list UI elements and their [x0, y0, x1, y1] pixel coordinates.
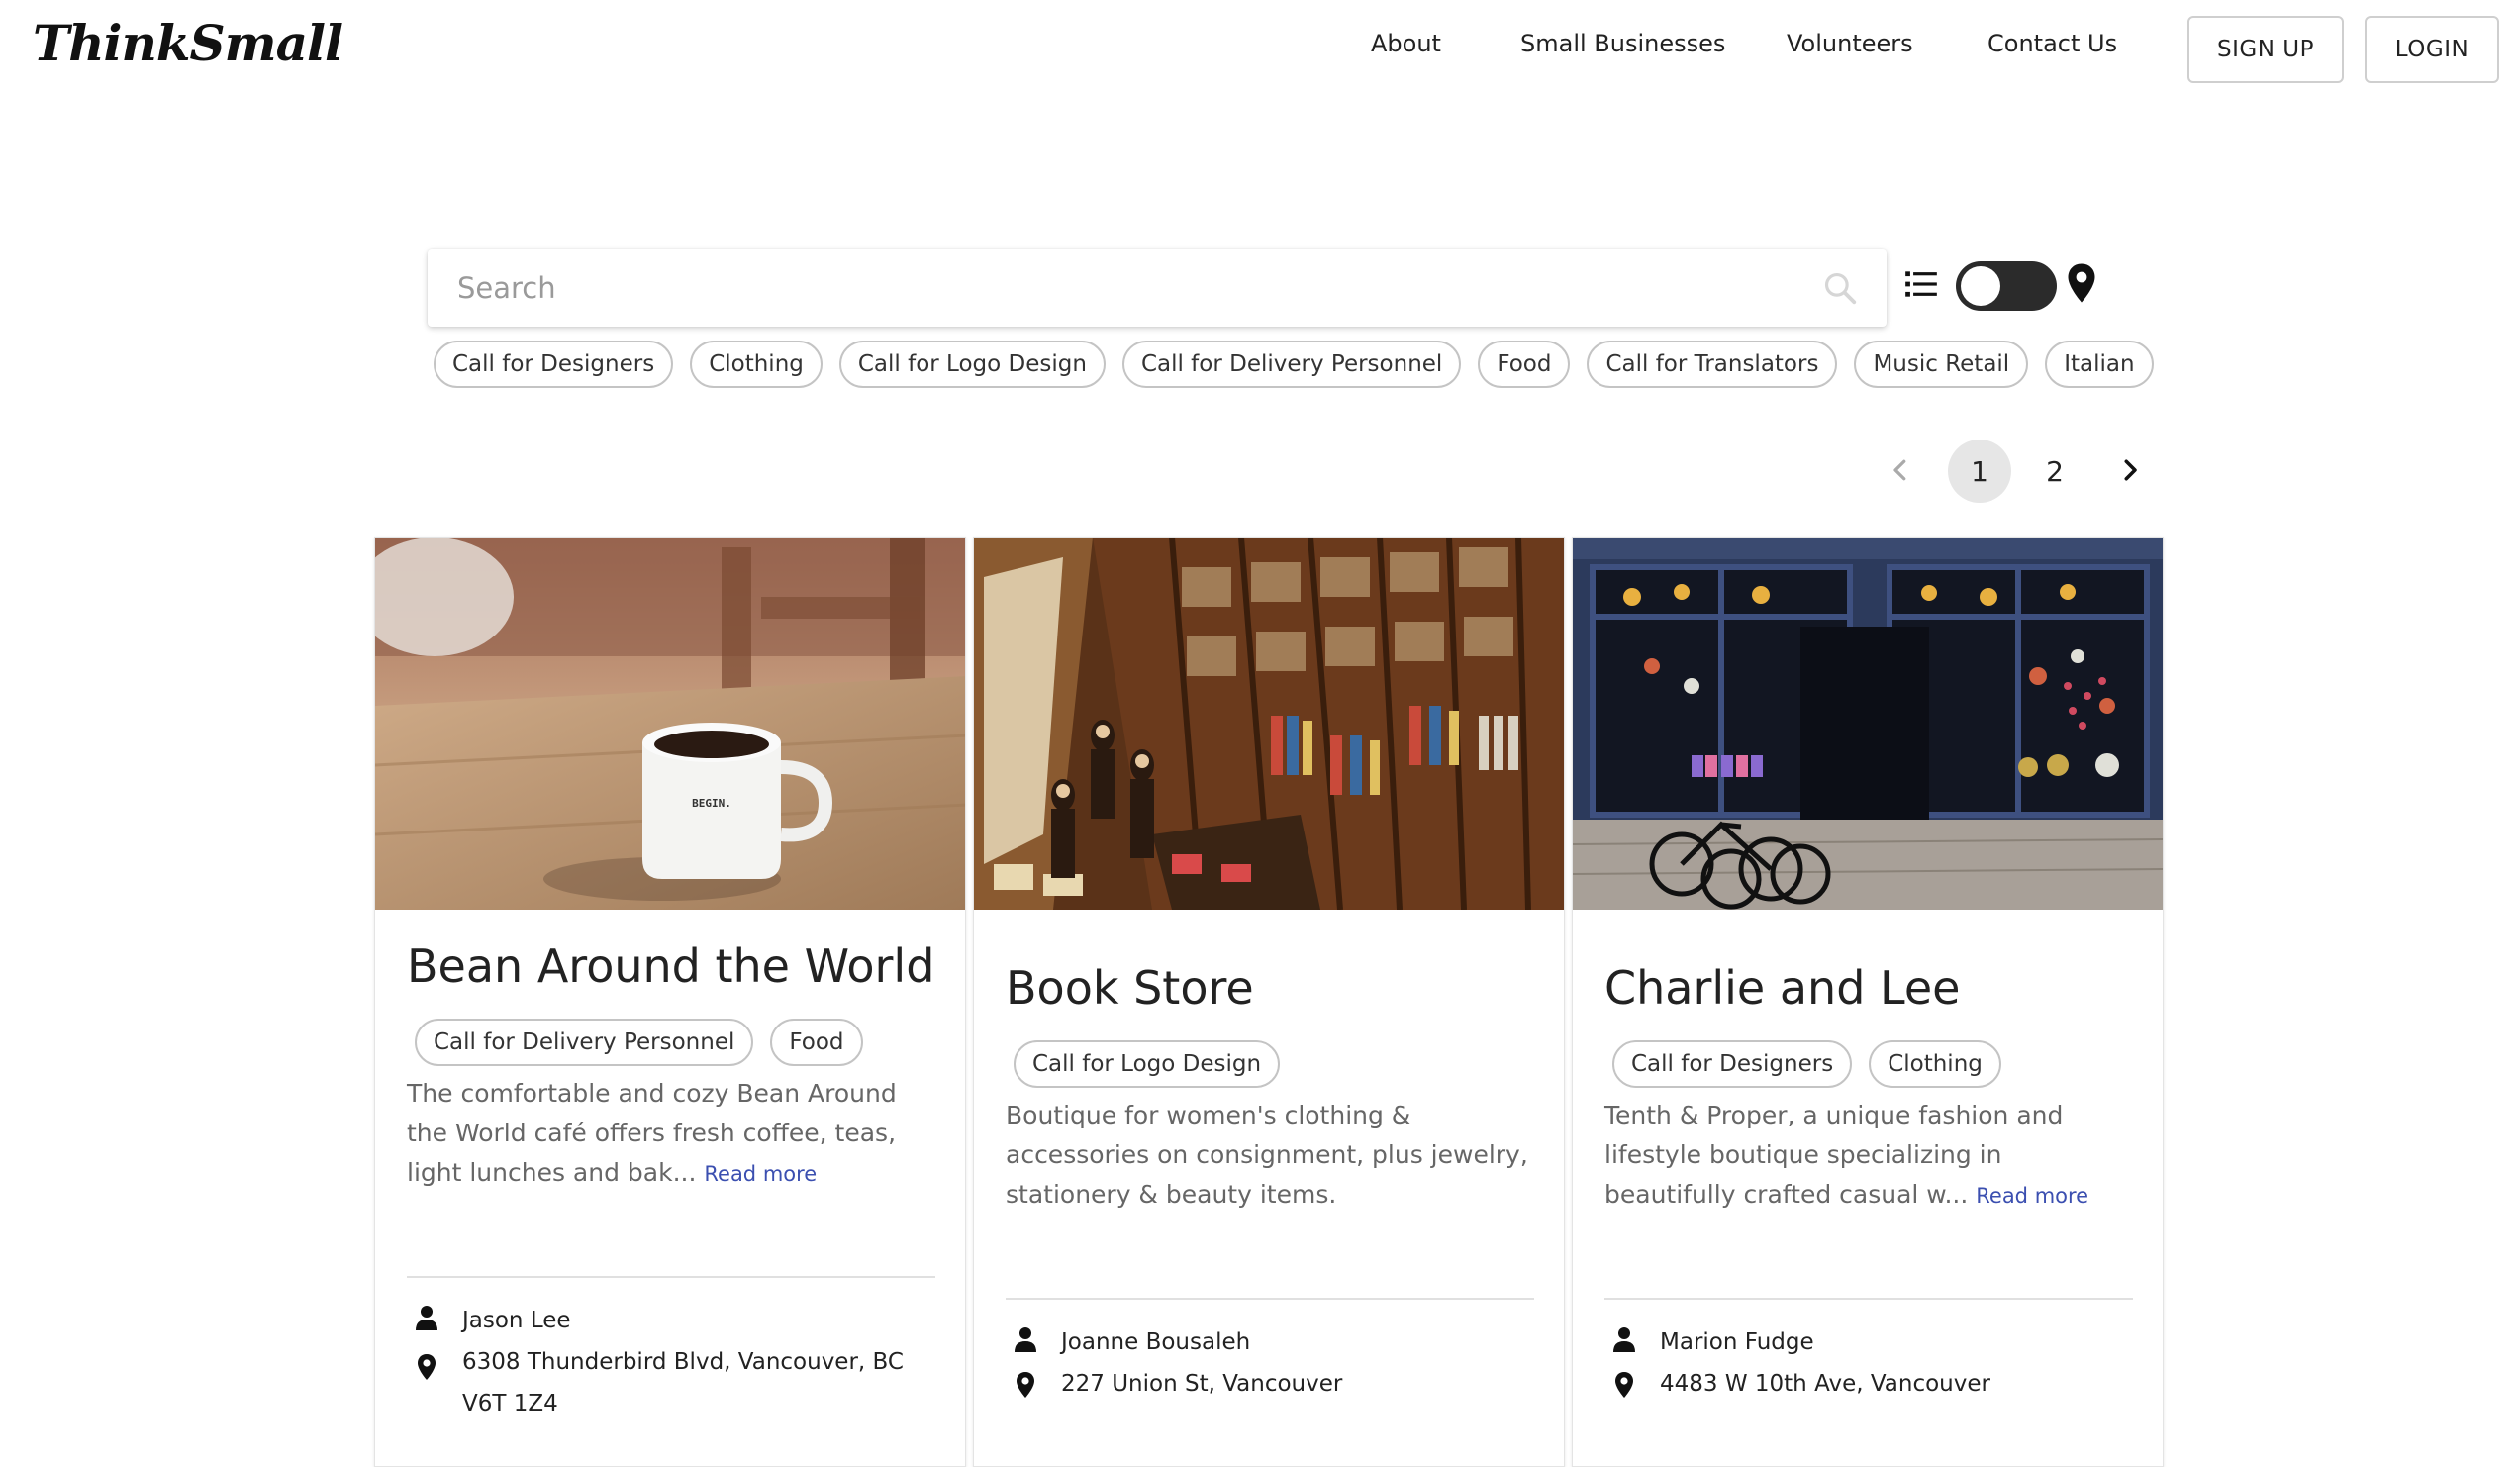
business-card[interactable]: BEGIN. Bean Around the World Call for De…	[374, 537, 966, 1467]
business-image-coffee: BEGIN.	[375, 538, 965, 910]
business-address: 227 Union St, Vancouver	[1061, 1371, 1343, 1397]
location-pin-icon	[418, 1354, 436, 1380]
map-pin-icon[interactable]	[2067, 262, 2096, 304]
filter-chip[interactable]: Music Retail	[1854, 341, 2029, 388]
next-page-icon[interactable]	[2115, 455, 2145, 485]
business-image-storefront	[1573, 538, 2163, 910]
toggle-knob	[1961, 266, 2000, 306]
owner-row: Jason Lee	[415, 1300, 571, 1341]
person-icon	[1015, 1327, 1036, 1352]
top-navbar: ThinkSmall About Small Businesses Volunt…	[0, 0, 2520, 95]
business-title[interactable]: Book Store	[1006, 961, 1254, 1015]
mug-text: BEGIN.	[692, 797, 731, 810]
owner-name: Jason Lee	[462, 1308, 571, 1333]
business-tags: Call for Delivery Personnel Food	[415, 1019, 863, 1066]
nav-contact-us[interactable]: Contact Us	[1987, 30, 2117, 57]
business-description: Boutique for women's clothing & accessor…	[1006, 1096, 1540, 1216]
location-pin-icon	[1017, 1372, 1034, 1398]
business-title[interactable]: Bean Around the World	[407, 939, 934, 993]
business-address: 6308 Thunderbird Blvd, Vancouver, BC V6T…	[462, 1349, 904, 1417]
owner-row: Marion Fudge	[1612, 1321, 1814, 1363]
business-description: Tenth & Proper, a unique fashion and lif…	[1604, 1096, 2139, 1216]
search-input[interactable]	[455, 263, 1801, 313]
nav-about[interactable]: About	[1371, 30, 1441, 57]
business-title[interactable]: Charlie and Lee	[1604, 961, 1960, 1015]
business-tag[interactable]: Call for Delivery Personnel	[415, 1019, 754, 1066]
business-tag[interactable]: Call for Logo Design	[1014, 1040, 1281, 1088]
card-divider	[407, 1276, 935, 1278]
filter-chip[interactable]: Clothing	[690, 341, 823, 388]
business-tag[interactable]: Clothing	[1869, 1040, 2001, 1088]
business-card[interactable]: Book Store Call for Logo Design Boutique…	[973, 537, 1565, 1467]
search-bar	[428, 249, 1887, 327]
filter-chip[interactable]: Food	[1478, 341, 1571, 388]
owner-name: Joanne Bousaleh	[1061, 1329, 1251, 1355]
business-address: 4483 W 10th Ave, Vancouver	[1660, 1371, 1990, 1397]
filter-chip[interactable]: Italian	[2045, 341, 2154, 388]
owner-row: Joanne Bousaleh	[1014, 1321, 1250, 1363]
owner-name: Marion Fudge	[1660, 1329, 1814, 1355]
address-row: 4483 W 10th Ave, Vancouver	[1612, 1363, 1990, 1405]
search-icon[interactable]	[1821, 269, 1859, 307]
person-icon	[1613, 1327, 1635, 1352]
login-button[interactable]: LOGIN	[2365, 16, 2499, 83]
list-icon[interactable]	[1902, 265, 1940, 303]
signup-button[interactable]: SIGN UP	[2187, 16, 2344, 83]
nav-volunteers[interactable]: Volunteers	[1787, 30, 1913, 57]
filter-chip[interactable]: Call for Logo Design	[838, 341, 1106, 388]
page-button-2[interactable]: 2	[2023, 440, 2086, 503]
address-row: 6308 Thunderbird Blvd, Vancouver, BC V6T…	[415, 1341, 947, 1424]
business-tag[interactable]: Food	[770, 1019, 863, 1066]
location-pin-icon	[1615, 1372, 1633, 1398]
business-tags: Call for Logo Design	[1014, 1040, 1281, 1088]
business-description: The comfortable and cozy Bean Around the…	[407, 1074, 941, 1194]
filter-chip[interactable]: Call for Delivery Personnel	[1121, 341, 1462, 388]
filter-chip[interactable]: Call for Translators	[1587, 341, 1838, 388]
logo[interactable]: ThinkSmall	[33, 14, 343, 72]
business-tags: Call for Designers Clothing	[1612, 1040, 2001, 1088]
view-toggle-switch[interactable]	[1956, 261, 2057, 311]
description-text: The comfortable and cozy Bean Around the…	[407, 1079, 897, 1187]
prev-page-icon[interactable]	[1886, 455, 1915, 485]
description-text: Boutique for women's clothing & accessor…	[1006, 1101, 1528, 1209]
filter-chip-row: Call for Designers Clothing Call for Log…	[434, 341, 2154, 388]
nav-small-businesses[interactable]: Small Businesses	[1520, 30, 1725, 57]
address-row: 227 Union St, Vancouver	[1014, 1363, 1342, 1405]
read-more-link[interactable]: Read more	[1976, 1184, 2088, 1208]
page-button-1[interactable]: 1	[1948, 440, 2011, 503]
person-icon	[416, 1306, 437, 1330]
business-card[interactable]: Charlie and Lee Call for Designers Cloth…	[1572, 537, 2164, 1467]
business-image-bookstore	[974, 538, 1564, 910]
card-divider	[1006, 1298, 1534, 1300]
card-divider	[1604, 1298, 2133, 1300]
read-more-link[interactable]: Read more	[704, 1162, 817, 1186]
business-tag[interactable]: Call for Designers	[1612, 1040, 1853, 1088]
filter-chip[interactable]: Call for Designers	[434, 341, 674, 388]
